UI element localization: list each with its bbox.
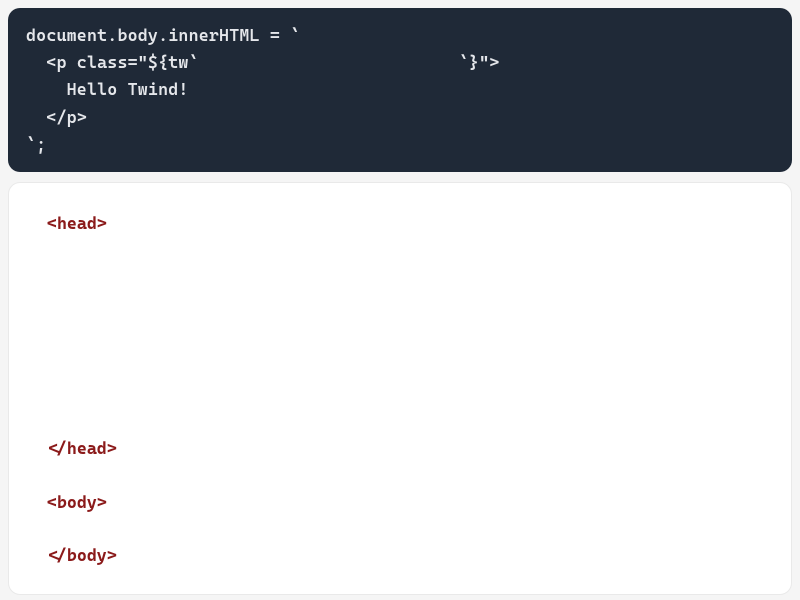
output-gap [47,515,753,543]
code-line: `; [26,131,774,158]
code-line: <p class="${tw` `}"> [26,49,774,76]
code-line: document.body.innerHTML = ` [26,22,774,49]
output-line-head-close: </head> [47,436,753,462]
output-preview-block: <head> </head> <body> </body> [8,182,792,595]
output-gap [47,236,753,436]
code-segment: <p class="${tw` [26,52,199,72]
output-gap [47,462,753,490]
code-line: </p> [26,104,774,131]
output-line-body-open: <body> [47,490,753,516]
code-segment: `}"> [459,52,500,72]
output-line-body-close: </body> [47,543,753,569]
output-line-head-open: <head> [47,211,753,237]
code-line: Hello Twind! [26,76,774,103]
code-editor-block: document.body.innerHTML = ` <p class="${… [8,8,792,172]
